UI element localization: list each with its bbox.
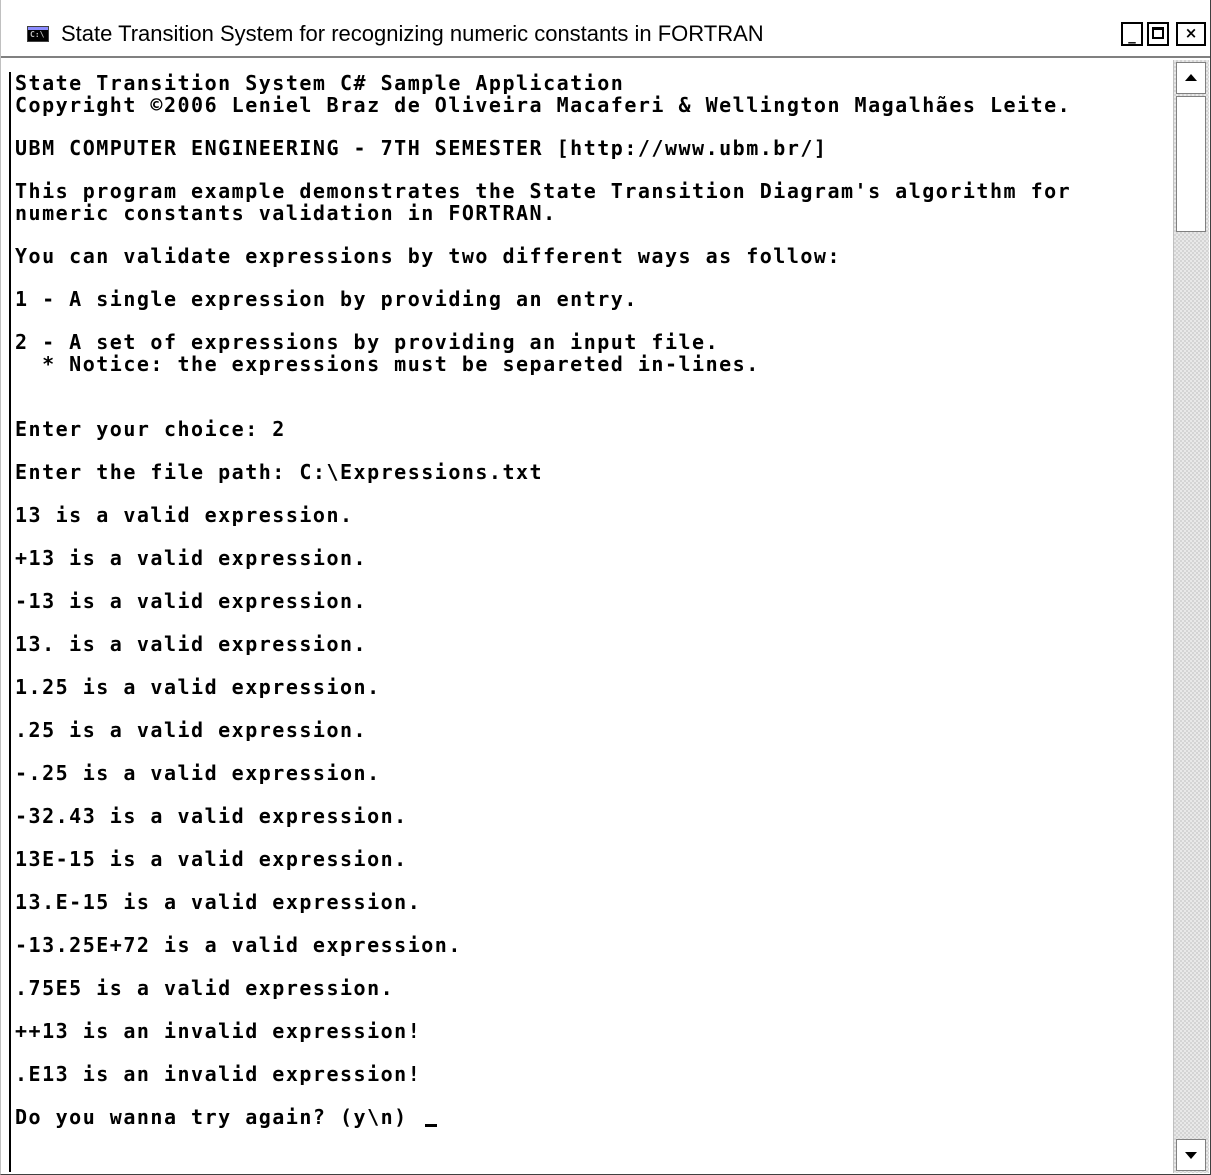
console-line: * Notice: the expressions must be separe… <box>15 352 760 376</box>
console-line: -13 is a valid expression. <box>15 589 368 613</box>
console-line: 1 - A single expression by providing an … <box>15 287 638 311</box>
console-output[interactable]: State Transition System C# Sample Applic… <box>9 72 1169 1172</box>
scroll-down-arrow-icon <box>1185 1152 1197 1159</box>
minimize-icon: _ <box>1128 26 1136 44</box>
scroll-down-button[interactable] <box>1176 1139 1206 1171</box>
console-line: .E13 is an invalid expression! <box>15 1062 422 1086</box>
console-line: This program example demonstrates the St… <box>15 179 1072 203</box>
vertical-scrollbar[interactable] <box>1173 60 1209 1173</box>
minimize-button[interactable]: _ <box>1121 22 1143 46</box>
close-button[interactable]: × <box>1176 22 1206 46</box>
console-line: 13.E-15 is a valid expression. <box>15 890 422 914</box>
scroll-thumb[interactable] <box>1176 96 1206 232</box>
console-line: ++13 is an invalid expression! <box>15 1019 422 1043</box>
console-line: Copyright ©2006 Leniel Braz de Oliveira … <box>15 93 1072 117</box>
console-line: Enter your choice: 2 <box>15 417 286 441</box>
console-line: 13E-15 is a valid expression. <box>15 847 408 871</box>
console-line: -32.43 is a valid expression. <box>15 804 408 828</box>
prompt-text: Do you wanna try again? (y\n) <box>15 1105 422 1129</box>
scroll-up-button[interactable] <box>1176 62 1206 94</box>
console-line: 2 - A set of expressions by providing an… <box>15 330 720 354</box>
title-bar[interactable]: C:\ State Transition System for recogniz… <box>1 0 1210 58</box>
console-line: State Transition System C# Sample Applic… <box>15 72 625 95</box>
console-line: 1.25 is a valid expression. <box>15 675 381 699</box>
console-line: 13 is a valid expression. <box>15 503 354 527</box>
maximize-icon <box>1152 27 1164 39</box>
text-cursor <box>425 1124 438 1127</box>
console-icon[interactable]: C:\ <box>27 26 49 42</box>
console-line: Enter the file path: C:\Expressions.txt <box>15 460 544 484</box>
console-line: .25 is a valid expression. <box>15 718 368 742</box>
console-prompt[interactable]: Do you wanna try again? (y\n) <box>15 1106 1169 1128</box>
console-line: 13. is a valid expression. <box>15 632 368 656</box>
window-title: State Transition System for recognizing … <box>61 21 764 46</box>
close-icon: × <box>1184 24 1198 42</box>
console-window: C:\ State Transition System for recogniz… <box>0 0 1211 1175</box>
maximize-button[interactable] <box>1147 22 1169 46</box>
console-line: -13.25E+72 is a valid expression. <box>15 933 462 957</box>
scroll-up-arrow-icon <box>1185 74 1197 81</box>
console-line: +13 is a valid expression. <box>15 546 368 570</box>
console-line: -.25 is a valid expression. <box>15 761 381 785</box>
console-line: You can validate expressions by two diff… <box>15 244 842 268</box>
console-line: UBM COMPUTER ENGINEERING - 7TH SEMESTER … <box>15 136 828 160</box>
console-line: numeric constants validation in FORTRAN. <box>15 201 557 225</box>
console-line: .75E5 is a valid expression. <box>15 976 395 1000</box>
